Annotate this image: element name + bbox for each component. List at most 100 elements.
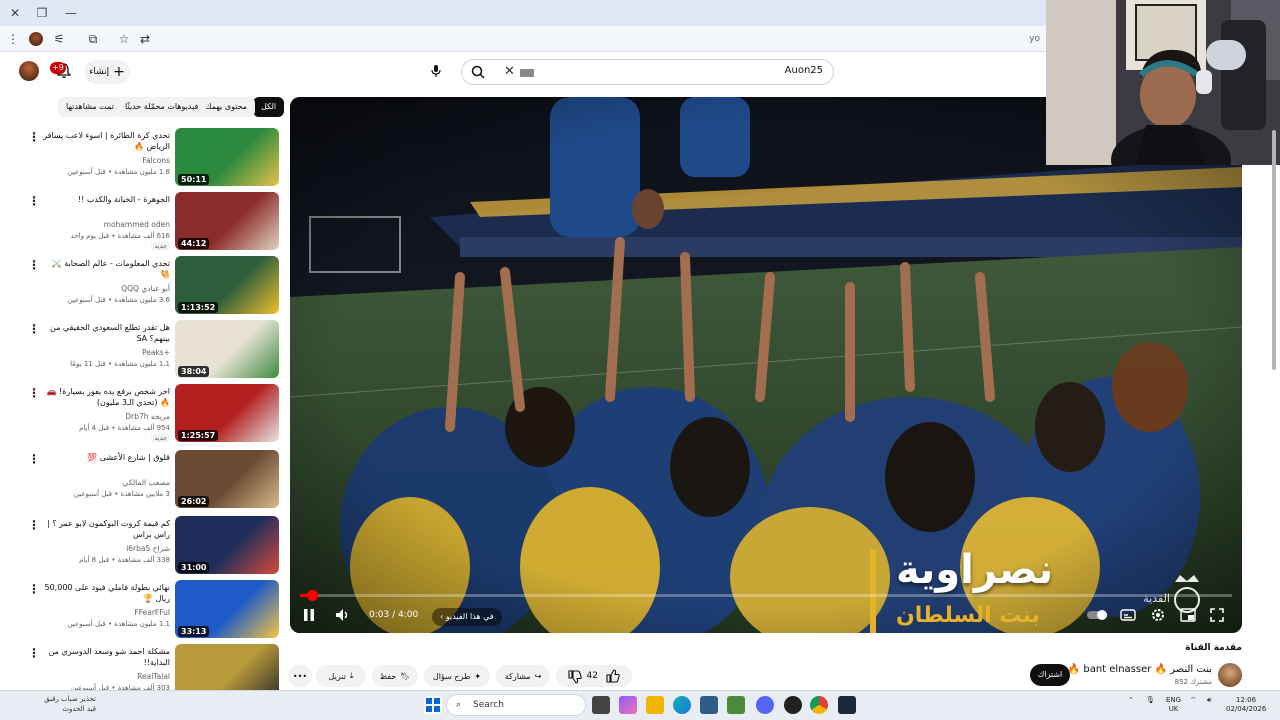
download-button[interactable]: تنزيل ⤓ xyxy=(316,665,366,687)
progress-scrubber[interactable] xyxy=(307,590,318,601)
weather-widget[interactable]: تحذير ضباب رقيق قيد الحدوث xyxy=(6,694,96,714)
channel-name[interactable]: mohammed oden xyxy=(104,220,170,229)
menu-dots-icon[interactable]: ⋮ xyxy=(4,30,22,48)
video-title[interactable]: نهائي بطولة فاملي فيود على 50,000 ريال 🏆 xyxy=(40,582,171,604)
channel-name[interactable]: Peaks+ xyxy=(142,348,170,357)
channel-name[interactable]: Falcons xyxy=(142,156,170,165)
video-title[interactable]: تحدي كرة الطائرة | اسوء لاعب يسافر الريا… xyxy=(40,130,170,152)
account-avatar[interactable] xyxy=(19,61,39,81)
channel-name[interactable]: i6rba5 شراح xyxy=(126,544,170,553)
copilot-icon[interactable] xyxy=(619,696,637,714)
list-item[interactable]: ⋮ كم قيمة كروت البوكمون لابو عمر ؟ | راس … xyxy=(0,516,282,576)
video-title[interactable]: هل تقدر تطلع السعودي الحقيقي من بينهم؟ S… xyxy=(40,322,170,344)
chip-watched[interactable]: تمت مشاهدتها xyxy=(58,97,122,117)
page-scrollbar[interactable] xyxy=(1270,100,1278,680)
list-item[interactable]: ⋮ تحدي كرة الطائرة | اسوء لاعب يسافر الري… xyxy=(0,128,282,188)
more-options-icon[interactable]: ⋮ xyxy=(28,258,40,272)
settings-gear-icon[interactable] xyxy=(1150,607,1166,626)
extensions-icon[interactable]: ⧉ xyxy=(84,30,102,48)
list-item[interactable]: ⋮ قلوق | شارع الأعشى 💯 مصعب المالكي 3 ملايي… xyxy=(0,450,282,510)
tray-chevron-icon[interactable]: ⌃ xyxy=(1128,696,1134,705)
video-title[interactable]: قلوق | شارع الأعشى 💯 xyxy=(40,452,170,463)
channel-name[interactable]: RealTalal xyxy=(137,672,170,681)
search-input[interactable] xyxy=(563,65,823,76)
create-button[interactable]: إنشاء + xyxy=(84,60,130,84)
more-options-icon[interactable]: ⋮ xyxy=(28,582,40,596)
more-options-icon[interactable]: ⋮ xyxy=(28,386,40,400)
channel-name[interactable]: QQQ أبو عبادي xyxy=(121,284,170,293)
chapter-button[interactable]: ‹ في هذا الفيديو xyxy=(432,608,502,626)
video-title[interactable]: تحدي المعلومات - عالم الصحابة ⚔️ 🐫 xyxy=(40,258,170,280)
video-title[interactable]: الجوهرة - الخيانة والكذب !! xyxy=(40,194,170,205)
channel-name[interactable]: FFearFFul xyxy=(134,608,170,617)
store-icon[interactable] xyxy=(700,696,718,714)
scrollbar-thumb[interactable] xyxy=(1272,130,1276,370)
more-options-icon[interactable]: ⋮ xyxy=(28,646,40,660)
chip-all[interactable]: الكل xyxy=(253,97,285,117)
channel-name[interactable]: مصعب المالكي xyxy=(122,478,170,487)
video-title[interactable]: مشكلة احمد شو وسعد الدوسري من البداية!! xyxy=(40,646,170,668)
tray-mic-icon[interactable]: 🎙︎ xyxy=(1146,696,1155,705)
sliders-icon[interactable]: ⚟ xyxy=(50,30,68,48)
windows-start-icon[interactable] xyxy=(424,696,442,714)
more-actions-button[interactable]: ••• xyxy=(288,665,312,687)
more-options-icon[interactable]: ⋮ xyxy=(28,452,40,466)
close-window-icon[interactable]: ✕ xyxy=(6,4,24,22)
restore-window-icon[interactable]: ❐ xyxy=(33,4,51,22)
steam-icon[interactable] xyxy=(838,696,856,714)
thumbs-up-icon[interactable] xyxy=(606,669,620,685)
file-explorer-icon[interactable] xyxy=(646,696,664,714)
chip-recently-uploaded[interactable]: فيديوهات محمّلة حديثًا xyxy=(117,97,207,117)
fullscreen-icon[interactable] xyxy=(1210,608,1224,625)
taskbar-search[interactable]: ⌕ Search xyxy=(446,694,586,716)
list-item[interactable]: ⋮ هل تقدر تطلع السعودي الحقيقي من بينهم؟ … xyxy=(0,320,282,380)
clock[interactable]: 12:06 02/04/2026 xyxy=(1226,696,1266,714)
obs-icon[interactable] xyxy=(784,696,802,714)
video-title[interactable]: اخر شخص يرفع يده يفوز بسيارة! 🚗 🔥 (تحدي … xyxy=(40,386,170,408)
like-dislike-group: 42 xyxy=(556,665,632,687)
channel-avatar[interactable] xyxy=(1218,663,1242,687)
search-icon[interactable] xyxy=(471,65,485,79)
network-icon[interactable]: ⌔ xyxy=(1190,696,1197,705)
chrome-icon[interactable] xyxy=(810,696,828,714)
video-player[interactable]: القدية نصراوية بنت السلطان 0:03 / 4:00 ‹… xyxy=(290,97,1242,633)
duration-badge: 31:00 xyxy=(178,562,210,573)
minecraft-icon[interactable] xyxy=(727,696,745,714)
minimize-window-icon[interactable]: — xyxy=(62,4,80,22)
autoplay-toggle-icon[interactable] xyxy=(1087,609,1109,624)
list-item[interactable]: ⋮ اخر شخص يرفع يده يفوز بسيارة! 🚗 🔥 (تحدي… xyxy=(0,384,282,444)
save-button[interactable]: حفظ 🔖︎ xyxy=(372,665,418,687)
list-item[interactable]: ⋮ تحدي المعلومات - عالم الصحابة ⚔️ 🐫 QQQ أ… xyxy=(0,256,282,316)
clear-search-icon[interactable]: ✕ xyxy=(504,64,515,79)
subscribe-button[interactable]: اشتراك xyxy=(1030,664,1070,686)
discord-icon[interactable] xyxy=(756,696,774,714)
pause-icon[interactable] xyxy=(302,608,316,625)
speaker-icon[interactable]: 🔊︎ xyxy=(1207,696,1211,705)
language-indicator[interactable]: ENG UK xyxy=(1166,696,1181,714)
edge-browser-icon[interactable] xyxy=(673,696,691,714)
bookmark-star-icon[interactable]: ☆ xyxy=(115,30,133,48)
translate-icon[interactable]: ⇄ xyxy=(136,30,154,48)
channel-name[interactable]: Drb7h مريخه xyxy=(125,412,170,421)
more-options-icon[interactable]: ⋮ xyxy=(28,130,40,144)
progress-bar[interactable] xyxy=(300,590,1232,601)
share-button[interactable]: مشاركة ↪ xyxy=(496,665,550,687)
more-options-icon[interactable]: ⋮ xyxy=(28,322,40,336)
miniplayer-icon[interactable] xyxy=(1180,608,1196,625)
channel-name[interactable]: بنت النصر 🔥 bant elnasser 🔥 xyxy=(1068,664,1212,675)
ask-button[interactable]: طرح سؤال ✦ xyxy=(424,665,490,687)
profile-avatar-icon[interactable] xyxy=(29,32,43,46)
task-view-icon[interactable] xyxy=(592,696,610,714)
address-bar-fragment[interactable]: yo xyxy=(1029,34,1040,44)
subtitles-icon[interactable] xyxy=(1120,608,1136,625)
list-item[interactable]: ⋮ الجوهرة - الخيانة والكذب !! mohammed ode… xyxy=(0,192,282,252)
voice-search-mic-icon[interactable] xyxy=(426,61,446,81)
keyboard-icon[interactable] xyxy=(520,69,534,77)
more-options-icon[interactable]: ⋮ xyxy=(28,518,40,532)
list-item[interactable]: ⋮ نهائي بطولة فاملي فيود على 50,000 ريال … xyxy=(0,580,282,640)
search-box[interactable]: ✕ xyxy=(461,59,834,85)
video-title[interactable]: كم قيمة كروت البوكمون لابو عمر ؟ | راس ب… xyxy=(40,518,170,540)
more-options-icon[interactable]: ⋮ xyxy=(28,194,40,208)
thumbs-down-icon[interactable] xyxy=(568,670,582,686)
volume-icon[interactable] xyxy=(334,607,350,626)
